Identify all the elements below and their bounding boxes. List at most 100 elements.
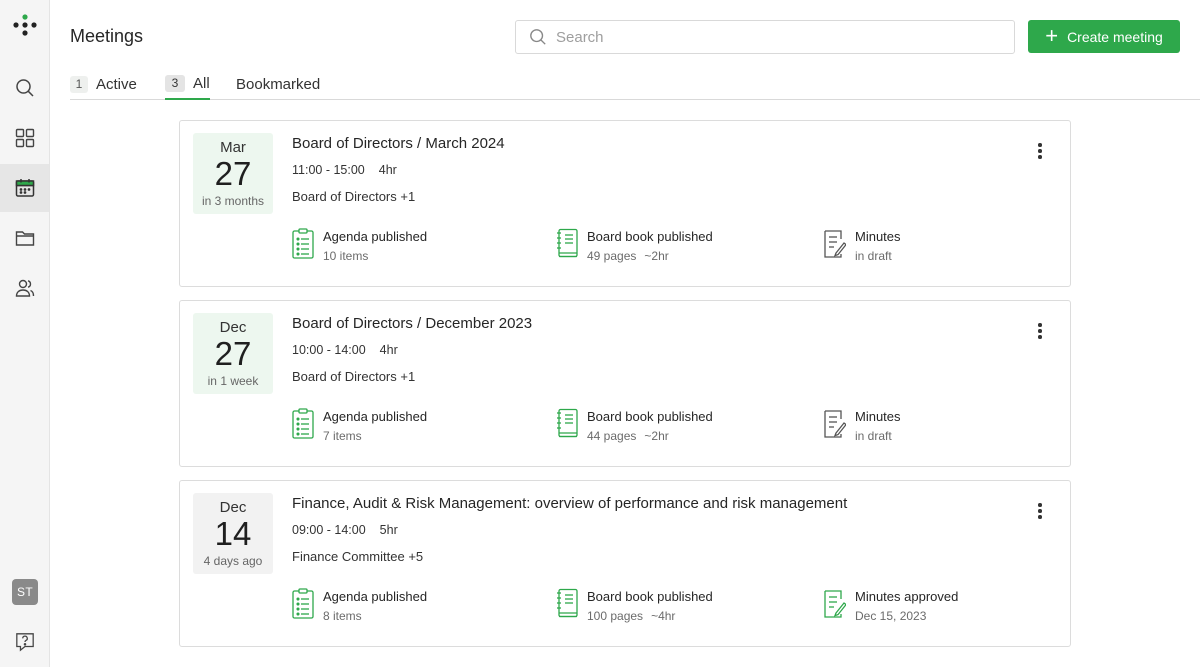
meeting-time: 10:00 - 14:00 4hr (292, 343, 398, 357)
agenda-icon (292, 588, 314, 620)
date-day: 14 (193, 516, 273, 552)
date-relative: 4 days ago (193, 554, 273, 568)
duration: 5hr (380, 523, 398, 537)
meeting-time: 11:00 - 15:00 4hr (292, 163, 397, 177)
meeting-title[interactable]: Board of Directors / March 2024 (292, 135, 505, 152)
date-badge: Dec 27 in 1 week (193, 313, 273, 394)
board-book-label: Board book published (587, 229, 713, 244)
board-book-label: Board book published (587, 589, 713, 604)
grid-icon (15, 128, 35, 148)
committee: Finance Committee +5 (292, 549, 423, 564)
book-icon (556, 408, 578, 440)
tab-active[interactable]: 1 Active (70, 70, 137, 100)
date-month: Dec (193, 319, 273, 336)
minutes-status[interactable]: Minutes in draft (824, 228, 901, 263)
search-box[interactable] (515, 20, 1015, 54)
meeting-title[interactable]: Board of Directors / December 2023 (292, 315, 532, 332)
date-relative: in 3 months (193, 194, 273, 208)
board-book-read-time: ~2hr (644, 249, 668, 263)
agenda-label: Agenda published (323, 409, 427, 424)
nav-dashboard[interactable] (0, 114, 49, 162)
help-icon (15, 632, 35, 652)
nav-documents[interactable] (0, 214, 49, 262)
board-book-status[interactable]: Board book published 44 pages ~2hr (556, 408, 713, 443)
search-icon (529, 28, 547, 46)
more-options-icon[interactable] (1032, 321, 1048, 341)
meeting-title[interactable]: Finance, Audit & Risk Management: overvi… (292, 495, 847, 512)
create-meeting-label: Create meeting (1067, 29, 1163, 45)
board-book-status[interactable]: Board book published 100 pages ~4hr (556, 588, 713, 623)
duration: 4hr (379, 163, 397, 177)
meeting-card[interactable]: Dec 14 4 days ago Finance, Audit & Risk … (179, 480, 1071, 647)
agenda-label: Agenda published (323, 229, 427, 244)
board-book-pages: 44 pages (587, 429, 636, 443)
agenda-status[interactable]: Agenda published 7 items (292, 408, 427, 443)
meeting-card[interactable]: Mar 27 in 3 months Board of Directors / … (179, 120, 1071, 287)
minutes-sub: Dec 15, 2023 (855, 609, 926, 623)
agenda-icon (292, 228, 314, 260)
agenda-icon (292, 408, 314, 440)
minutes-approved-icon (824, 588, 846, 620)
minutes-draft-icon (824, 408, 846, 440)
tabs-bar: 1 Active 3 All Bookmarked (70, 70, 1200, 100)
minutes-label: Minutes approved (855, 589, 958, 604)
more-options-icon[interactable] (1032, 141, 1048, 161)
plus-icon: + (1045, 26, 1058, 46)
help-button[interactable] (13, 630, 37, 654)
nav-people[interactable] (0, 264, 49, 312)
app-logo[interactable] (11, 13, 39, 37)
tab-count-badge: 1 (70, 76, 88, 93)
board-book-label: Board book published (587, 409, 713, 424)
minutes-status[interactable]: Minutes approved Dec 15, 2023 (824, 588, 958, 623)
tab-label: All (193, 75, 210, 92)
tab-count-badge: 3 (165, 75, 185, 92)
folder-icon (15, 228, 35, 248)
more-options-icon[interactable] (1032, 501, 1048, 521)
committee: Board of Directors +1 (292, 369, 415, 384)
create-meeting-button[interactable]: + Create meeting (1028, 20, 1180, 53)
minutes-status[interactable]: Minutes in draft (824, 408, 901, 443)
board-book-read-time: ~4hr (651, 609, 675, 623)
agenda-status[interactable]: Agenda published 10 items (292, 228, 427, 263)
sidebar: ST (0, 0, 50, 667)
nav-meetings[interactable] (0, 164, 49, 212)
tab-label: Bookmarked (236, 76, 320, 93)
board-book-status[interactable]: Board book published 49 pages ~2hr (556, 228, 713, 263)
duration: 4hr (380, 343, 398, 357)
board-book-read-time: ~2hr (644, 429, 668, 443)
minutes-sub: in draft (855, 249, 892, 263)
tab-all[interactable]: 3 All (165, 70, 210, 100)
search-input[interactable] (556, 29, 996, 46)
board-book-pages: 100 pages (587, 609, 643, 623)
users-icon (15, 278, 35, 298)
date-badge: Dec 14 4 days ago (193, 493, 273, 574)
agenda-status[interactable]: Agenda published 8 items (292, 588, 427, 623)
book-icon (556, 228, 578, 260)
minutes-sub: in draft (855, 429, 892, 443)
committee: Board of Directors +1 (292, 189, 415, 204)
time-range: 11:00 - 15:00 (292, 163, 365, 177)
date-badge: Mar 27 in 3 months (193, 133, 273, 214)
minutes-label: Minutes (855, 229, 901, 244)
tab-bookmarked[interactable]: Bookmarked (236, 70, 320, 100)
meeting-time: 09:00 - 14:00 5hr (292, 523, 398, 537)
date-day: 27 (193, 336, 273, 372)
nav-search[interactable] (0, 64, 49, 112)
date-month: Mar (193, 139, 273, 156)
search-icon (15, 78, 35, 98)
minutes-draft-icon (824, 228, 846, 260)
calendar-icon (15, 178, 35, 198)
date-relative: in 1 week (193, 374, 273, 388)
agenda-items: 10 items (323, 249, 368, 263)
meeting-card[interactable]: Dec 27 in 1 week Board of Directors / De… (179, 300, 1071, 467)
date-month: Dec (193, 499, 273, 516)
agenda-label: Agenda published (323, 589, 427, 604)
minutes-label: Minutes (855, 409, 901, 424)
board-book-pages: 49 pages (587, 249, 636, 263)
book-icon (556, 588, 578, 620)
time-range: 10:00 - 14:00 (292, 343, 366, 357)
tab-label: Active (96, 76, 137, 93)
user-avatar[interactable]: ST (12, 579, 38, 605)
date-day: 27 (193, 156, 273, 192)
page-title: Meetings (70, 26, 143, 47)
